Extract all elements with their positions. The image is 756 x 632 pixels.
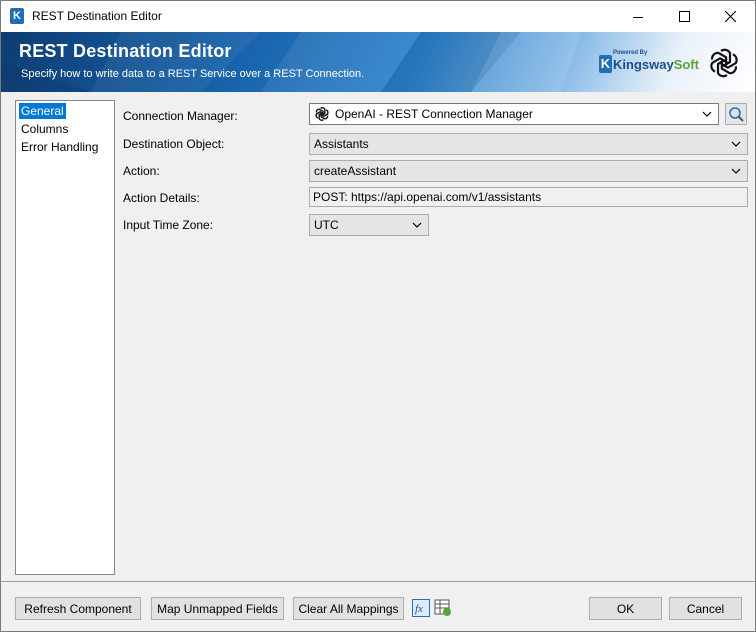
destination-object-label: Destination Object: — [123, 137, 225, 151]
connection-manager-browse-button[interactable] — [725, 103, 747, 125]
cancel-button[interactable]: Cancel — [669, 597, 742, 620]
maximize-icon — [678, 11, 690, 22]
expression-fx-icon[interactable]: fx — [412, 599, 430, 617]
map-unmapped-fields-button[interactable]: Map Unmapped Fields — [151, 597, 284, 620]
ok-button[interactable]: OK — [589, 597, 662, 620]
chevron-down-icon — [731, 141, 741, 147]
action-select[interactable]: createAssistant — [309, 160, 748, 182]
action-details-field[interactable]: POST: https://api.openai.com/v1/assistan… — [309, 187, 748, 207]
minimize-icon — [633, 16, 643, 18]
kingswaysoft-k-icon: K — [10, 8, 24, 24]
close-icon — [724, 11, 736, 22]
powered-by-text: Powered By — [613, 50, 648, 56]
kingswaysoft-k-logo-icon: K — [599, 55, 612, 73]
clear-all-mappings-button[interactable]: Clear All Mappings — [293, 597, 404, 620]
brand-accent-text: Soft — [673, 57, 699, 72]
nav-item-general[interactable]: General — [19, 103, 66, 119]
close-button[interactable] — [707, 1, 753, 32]
input-time-zone-label: Input Time Zone: — [123, 218, 214, 232]
kingswaysoft-wordmark: KingswaySoft — [613, 57, 699, 72]
rest-destination-editor-window: K REST Destination Editor REST Destinati… — [0, 0, 756, 632]
footer-divider — [1, 581, 755, 582]
chevron-down-icon — [731, 168, 741, 174]
input-time-zone-select[interactable]: UTC — [309, 214, 429, 236]
window-title: REST Destination Editor — [32, 9, 162, 23]
nav-item-error-handling[interactable]: Error Handling — [19, 139, 114, 155]
connection-manager-label: Connection Manager: — [123, 109, 238, 123]
chevron-down-icon — [702, 111, 712, 117]
action-details-label: Action Details: — [123, 191, 200, 205]
connection-manager-select[interactable]: OpenAI - REST Connection Manager — [309, 103, 719, 125]
banner-subtitle: Specify how to write data to a REST Serv… — [21, 68, 365, 80]
nav-item-columns[interactable]: Columns — [19, 121, 114, 137]
page-navigation-list: General Columns Error Handling — [15, 100, 115, 575]
input-time-zone-value: UTC — [314, 218, 339, 232]
header-banner: REST Destination Editor Specify how to w… — [1, 32, 755, 92]
title-bar: K REST Destination Editor — [1, 1, 755, 32]
table-settings-icon[interactable] — [434, 599, 452, 617]
action-value: createAssistant — [314, 164, 397, 178]
openai-logo-icon — [710, 48, 738, 78]
svg-text:fx: fx — [415, 603, 423, 615]
action-details-value: POST: https://api.openai.com/v1/assistan… — [313, 190, 542, 204]
chevron-down-icon — [412, 222, 422, 228]
connection-manager-value: OpenAI - REST Connection Manager — [335, 107, 533, 121]
kingswaysoft-logo: Powered By K KingswaySoft — [597, 50, 699, 76]
refresh-component-button[interactable]: Refresh Component — [15, 597, 141, 620]
magnifier-icon — [729, 107, 744, 122]
destination-object-value: Assistants — [314, 137, 369, 151]
maximize-button[interactable] — [661, 1, 707, 32]
brand-main-text: Kingsway — [613, 57, 674, 72]
minimize-button[interactable] — [615, 1, 661, 32]
action-label: Action: — [123, 164, 160, 178]
destination-object-select[interactable]: Assistants — [309, 133, 748, 155]
banner-title: REST Destination Editor — [19, 41, 232, 61]
openai-small-icon — [315, 107, 329, 121]
